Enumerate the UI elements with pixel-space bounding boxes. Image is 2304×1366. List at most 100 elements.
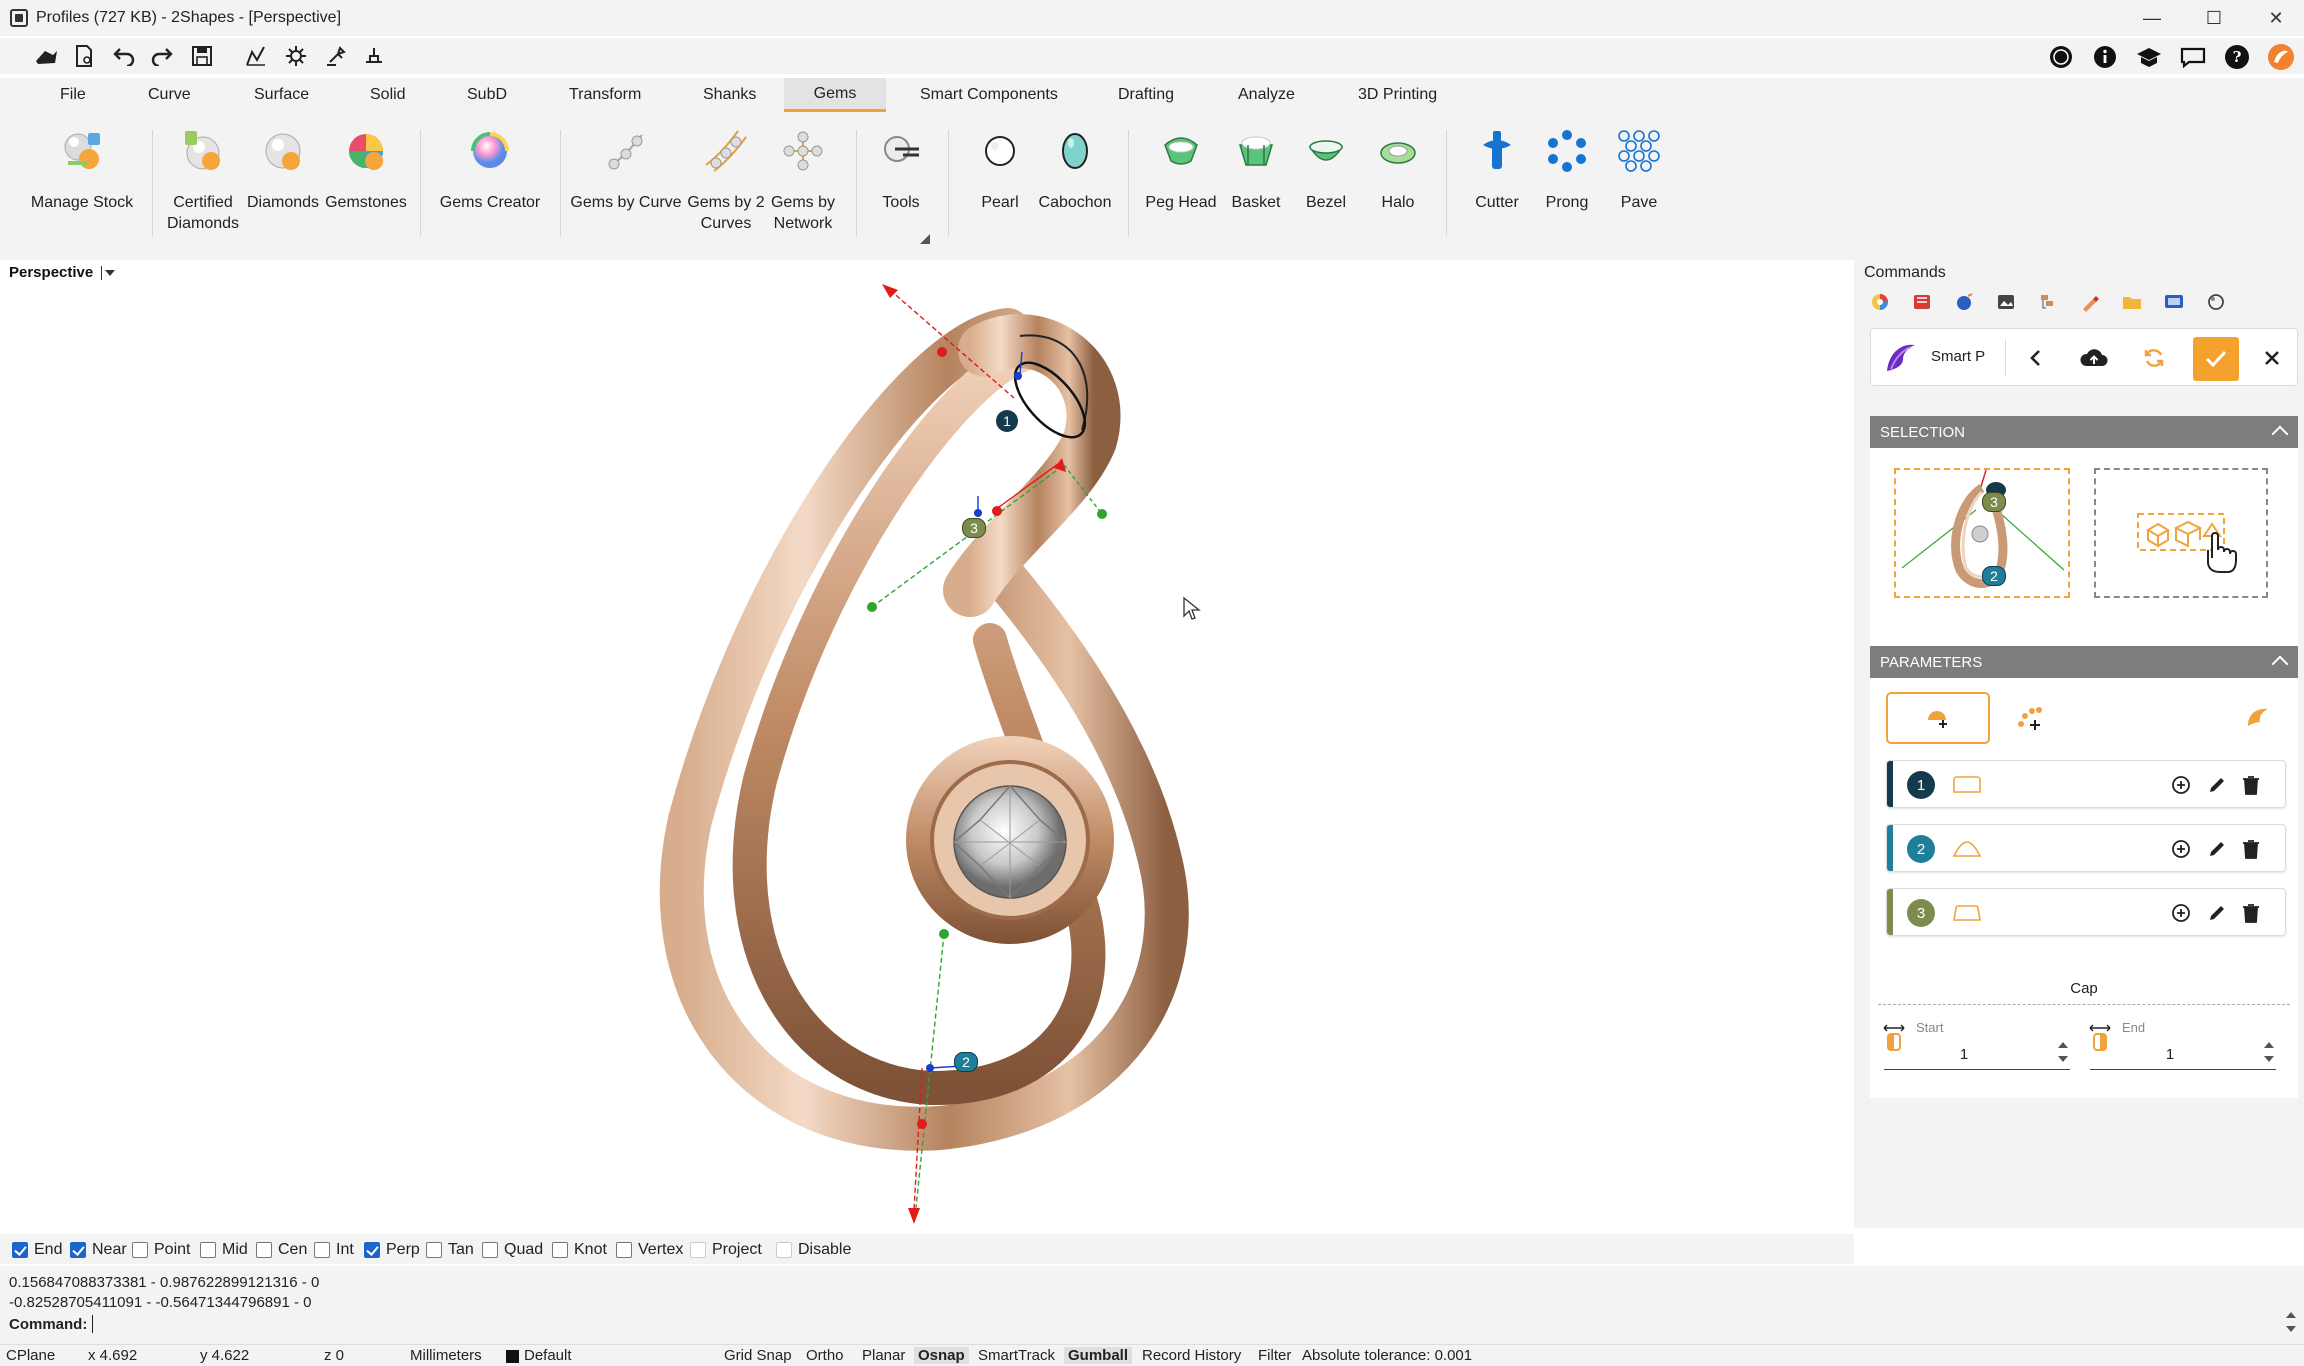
- profile-shape-button[interactable]: [2238, 698, 2278, 738]
- filter-toggle[interactable]: Filter: [1258, 1347, 1291, 1364]
- osnap-toggle[interactable]: Osnap: [914, 1347, 969, 1364]
- image-icon[interactable]: [1994, 290, 2018, 314]
- spin-up-icon[interactable]: [2264, 1042, 2274, 1048]
- tab-file[interactable]: File: [46, 78, 100, 112]
- add-points-button[interactable]: [2010, 698, 2050, 738]
- tab-curve[interactable]: Curve: [134, 78, 205, 112]
- color-wheel-icon[interactable]: [1868, 290, 1892, 314]
- record-icon[interactable]: [2046, 42, 2076, 72]
- profile-row-1[interactable]: 1: [1886, 760, 2286, 808]
- tab-gems[interactable]: Gems: [784, 78, 886, 112]
- document-icon[interactable]: [70, 42, 98, 70]
- snap-tan[interactable]: Tan: [426, 1240, 474, 1260]
- profile-row-2[interactable]: 2: [1886, 824, 2286, 872]
- edit-icon[interactable]: [2205, 901, 2229, 925]
- tab-analyze[interactable]: Analyze: [1224, 78, 1309, 112]
- tab-solid[interactable]: Solid: [356, 78, 420, 112]
- delete-icon[interactable]: [2239, 773, 2263, 797]
- gear-tool-icon[interactable]: [282, 42, 310, 70]
- brand-logo-icon[interactable]: [2266, 42, 2296, 72]
- profile-marker-3[interactable]: 3: [962, 518, 986, 538]
- profile-marker-2[interactable]: 2: [954, 1052, 978, 1072]
- minimize-button[interactable]: —: [2124, 0, 2180, 36]
- snap-mid[interactable]: Mid: [200, 1240, 248, 1260]
- tab-transform[interactable]: Transform: [555, 78, 655, 112]
- command-scroll[interactable]: [2284, 1312, 2298, 1338]
- snap-disable[interactable]: Disable: [776, 1240, 851, 1260]
- open-cloud-icon[interactable]: [32, 42, 60, 70]
- profile-marker-1[interactable]: 1: [996, 410, 1018, 432]
- snap-project[interactable]: Project: [690, 1240, 762, 1260]
- close-button[interactable]: ✕: [2248, 0, 2304, 36]
- bezel-button[interactable]: Bezel: [1294, 126, 1358, 256]
- tab-3d-printing[interactable]: 3D Printing: [1344, 78, 1451, 112]
- pearl-button[interactable]: Pearl: [966, 126, 1034, 256]
- locate-icon[interactable]: [2169, 773, 2193, 797]
- scroll-up-icon[interactable]: [2286, 1312, 2296, 1318]
- display-icon[interactable]: [2162, 290, 2186, 314]
- layers-icon[interactable]: [2036, 290, 2060, 314]
- cplane-status[interactable]: CPlane: [6, 1347, 55, 1364]
- diamonds-button[interactable]: Diamonds: [246, 126, 320, 256]
- snap-point[interactable]: Point: [132, 1240, 190, 1260]
- tab-shanks[interactable]: Shanks: [689, 78, 770, 112]
- measure-tool-icon[interactable]: [360, 42, 388, 70]
- cap-start-input[interactable]: 1: [1884, 1042, 2070, 1070]
- planar-toggle[interactable]: Planar: [862, 1347, 905, 1364]
- spin-up-icon[interactable]: [2058, 1042, 2068, 1048]
- learn-icon[interactable]: [2134, 42, 2164, 72]
- add-selection-slot[interactable]: [2094, 468, 2268, 598]
- folder-icon[interactable]: [2120, 290, 2144, 314]
- gems-by-network-button[interactable]: Gems by Network: [764, 126, 842, 256]
- help-icon[interactable]: ?: [2222, 42, 2252, 72]
- certified-diamonds-button[interactable]: Certified Diamonds: [164, 126, 242, 256]
- spin-down-icon[interactable]: [2264, 1056, 2274, 1062]
- upload-button[interactable]: [2075, 341, 2113, 375]
- tab-smart-components[interactable]: Smart Components: [906, 78, 1072, 112]
- gemstones-button[interactable]: Gemstones: [324, 126, 408, 256]
- smarttrack-toggle[interactable]: SmartTrack: [978, 1347, 1055, 1364]
- pen-tool-icon[interactable]: [2078, 290, 2102, 314]
- halo-button[interactable]: Halo: [1364, 126, 1432, 256]
- inner-band[interactable]: [732, 335, 1106, 1106]
- command-input[interactable]: [92, 1314, 1852, 1334]
- add-profile-button[interactable]: [1886, 692, 1990, 744]
- info-icon[interactable]: [2090, 42, 2120, 72]
- circle-tool-icon[interactable]: [2204, 290, 2228, 314]
- locate-icon[interactable]: [2169, 837, 2193, 861]
- gems-creator-button[interactable]: Gems Creator: [434, 126, 546, 256]
- curve-tool-icon[interactable]: [242, 42, 270, 70]
- gems-by-2-curves-button[interactable]: Gems by 2 Curves: [682, 126, 770, 256]
- snap-int[interactable]: Int: [314, 1240, 354, 1260]
- profile-row-3[interactable]: 3: [1886, 888, 2286, 936]
- record-history-toggle[interactable]: Record History: [1142, 1347, 1241, 1364]
- chevron-up-icon[interactable]: [2271, 425, 2289, 443]
- selected-object-thumbnail[interactable]: 3 2: [1894, 468, 2070, 598]
- back-button[interactable]: [2019, 341, 2053, 375]
- cabochon-button[interactable]: Cabochon: [1034, 126, 1116, 256]
- chevron-up-icon[interactable]: [2271, 655, 2289, 673]
- pick-tool-icon[interactable]: [322, 42, 350, 70]
- tab-surface[interactable]: Surface: [240, 78, 323, 112]
- chat-icon[interactable]: [2178, 42, 2208, 72]
- tab-subd[interactable]: SubD: [453, 78, 521, 112]
- perspective-viewport[interactable]: Perspective 1 2 3: [0, 260, 1854, 1228]
- snap-knot[interactable]: Knot: [552, 1240, 607, 1260]
- save-icon[interactable]: [188, 42, 216, 70]
- grid-snap-toggle[interactable]: Grid Snap: [724, 1347, 792, 1364]
- snap-vertex[interactable]: Vertex: [616, 1240, 683, 1260]
- snap-cen[interactable]: Cen: [256, 1240, 307, 1260]
- layer-color-swatch[interactable]: [506, 1350, 519, 1363]
- edit-icon[interactable]: [2205, 837, 2229, 861]
- refresh-button[interactable]: [2137, 341, 2171, 375]
- manage-stock-button[interactable]: Manage Stock: [28, 126, 136, 256]
- gumball-toggle[interactable]: Gumball: [1064, 1347, 1133, 1364]
- undo-icon[interactable]: [110, 42, 138, 70]
- peg-head-button[interactable]: Peg Head: [1142, 126, 1220, 256]
- locate-icon[interactable]: [2169, 901, 2193, 925]
- render-icon[interactable]: [1952, 290, 1976, 314]
- snap-near[interactable]: Near: [70, 1240, 127, 1260]
- spin-down-icon[interactable]: [2058, 1056, 2068, 1062]
- cap-end-input[interactable]: 1: [2090, 1042, 2276, 1070]
- library-icon[interactable]: [1910, 290, 1934, 314]
